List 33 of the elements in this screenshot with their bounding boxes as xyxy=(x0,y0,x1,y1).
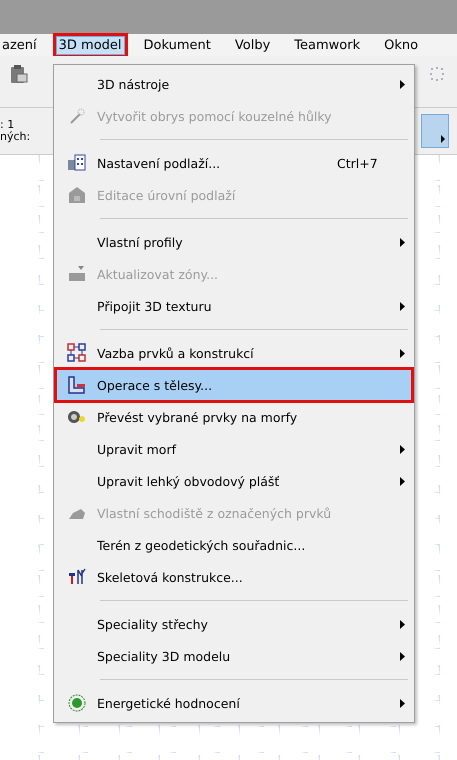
menu-bar-item[interactable]: Okno xyxy=(379,34,424,56)
panel-label: : 1 xyxy=(0,119,16,131)
frame-tool-icon xyxy=(67,567,87,587)
l-shape-icon xyxy=(67,375,87,395)
menu-bar-item[interactable]: Volby xyxy=(230,34,276,56)
menu-bar-item[interactable]: 3D model xyxy=(52,32,128,58)
caret-icon xyxy=(440,135,446,143)
menu-item[interactable]: Upravit lehký obvodový plášť xyxy=(56,465,412,497)
menu-item[interactable]: Převést vybrané prvky na morfy xyxy=(56,401,412,433)
menu-item[interactable]: 3D nástroje xyxy=(56,68,412,100)
menu-item[interactable]: Nastavení podlaží... Ctrl+7 xyxy=(56,147,412,179)
menu-item[interactable]: Terén z geodetických souřadnic... xyxy=(56,529,412,561)
menu-item[interactable]: Vlastní profily xyxy=(56,226,412,258)
target-icon xyxy=(67,693,87,713)
menu-item[interactable]: Speciality střechy xyxy=(56,608,412,640)
menu-item[interactable]: Energetické hodnocení xyxy=(56,687,412,719)
dotted-square-icon[interactable] xyxy=(429,66,445,82)
zone-icon xyxy=(67,264,87,284)
menu-item[interactable]: Připojit 3D texturu xyxy=(56,290,412,322)
menu-item[interactable]: Speciality 3D modelu xyxy=(56,640,412,672)
menu-item[interactable]: Vazba prvků a konstrukcí xyxy=(56,337,412,369)
panel-label: ných: xyxy=(0,131,30,143)
building-icon xyxy=(67,153,87,173)
menu-item[interactable]: Operace s tělesy... xyxy=(56,369,412,401)
menu-item[interactable]: Skeletová konstrukce... xyxy=(56,561,412,593)
menu-bar-item[interactable]: Dokument xyxy=(138,34,216,56)
house-icon xyxy=(67,185,87,205)
dropdown-button[interactable] xyxy=(421,114,449,148)
menu-item[interactable]: Upravit morf xyxy=(56,433,412,465)
menu-bar-item[interactable]: Teamwork xyxy=(289,34,366,56)
menu-bar-item[interactable]: azení xyxy=(0,34,42,56)
linked-squares-icon xyxy=(67,343,87,363)
clipboard-icon[interactable] xyxy=(10,64,28,84)
